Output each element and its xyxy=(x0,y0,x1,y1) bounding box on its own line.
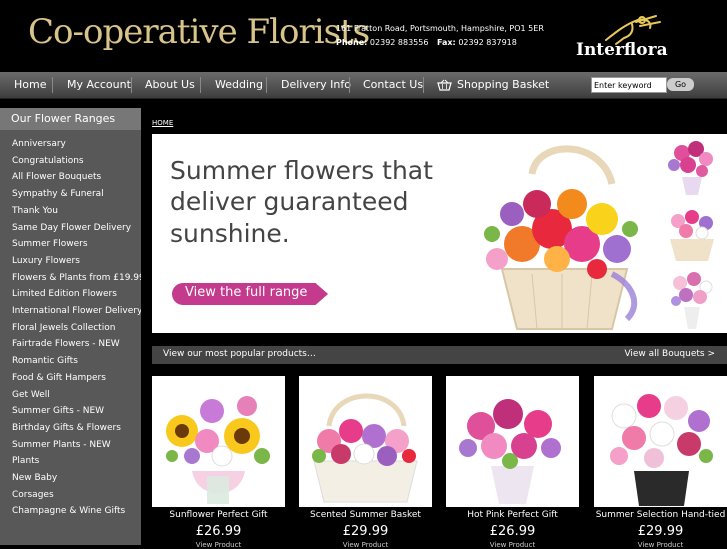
view-product-link[interactable]: View Product xyxy=(446,541,579,549)
sidebar-range-item[interactable]: Limited Edition Flowers xyxy=(12,289,117,299)
phone-number: 02392 883556 xyxy=(369,38,429,47)
nav-divider xyxy=(131,77,132,93)
sidebar-range-item[interactable]: Thank You xyxy=(12,206,58,216)
sidebar-range-item[interactable]: Food & Gift Hampers xyxy=(12,373,106,383)
nav-shopping-basket[interactable]: Shopping Basket xyxy=(457,72,549,98)
store-fax: Fax: 02392 837918 xyxy=(437,38,517,47)
search-input[interactable] xyxy=(591,77,667,93)
banner-headline-line1: Summer flowers that xyxy=(170,156,433,185)
sidebar-range-item[interactable]: All Flower Bouquets xyxy=(12,172,101,182)
product-image-sunflower[interactable] xyxy=(152,376,285,507)
nav-divider xyxy=(52,77,53,93)
sidebar-range-item[interactable]: Anniversary xyxy=(12,139,66,149)
nav-divider xyxy=(200,77,201,93)
sidebar-range-item[interactable]: Sympathy & Funeral xyxy=(12,189,104,199)
product-price: £26.99 xyxy=(489,524,536,539)
phone-label: Phone: xyxy=(336,38,368,47)
search-go-button[interactable]: Go xyxy=(667,78,694,91)
site-logo[interactable]: Co-operative Florists xyxy=(28,12,370,52)
sidebar-range-item[interactable]: Summer Plants - NEW xyxy=(12,440,111,450)
sidebar-range-item[interactable]: New Baby xyxy=(12,473,57,483)
nav-about-us[interactable]: About Us xyxy=(145,72,195,98)
product-card[interactable]: Hot Pink Perfect Gift £26.99 View Produc… xyxy=(446,376,579,549)
sidebar-range-item[interactable]: Flowers & Plants from £19.99 xyxy=(12,273,145,283)
sidebar-range-item[interactable]: Congratulations xyxy=(12,156,84,166)
view-all-bouquets-link[interactable]: View all Bouquets > xyxy=(624,349,715,359)
product-name[interactable]: Sunflower Perfect Gift xyxy=(152,510,285,520)
product-price: £29.99 xyxy=(342,524,389,539)
main-nav: Home My Account About Us Wedding Deliver… xyxy=(0,72,727,99)
sidebar-range-item[interactable]: Get Well xyxy=(12,390,50,400)
product-price: £29.99 xyxy=(637,524,684,539)
sidebar-range-item[interactable]: Luxury Flowers xyxy=(12,256,80,266)
thumbnail-pink-bouquet[interactable] xyxy=(658,135,726,199)
nav-divider xyxy=(266,77,267,93)
product-name[interactable]: Hot Pink Perfect Gift xyxy=(446,510,579,520)
view-full-range-label: View the full range xyxy=(185,285,308,300)
product-name[interactable]: Scented Summer Basket xyxy=(299,510,432,520)
banner-headline-line2: deliver guaranteed xyxy=(170,187,409,216)
view-product-link[interactable]: View Product xyxy=(594,541,727,549)
sidebar-range-item[interactable]: Romantic Gifts xyxy=(12,356,78,366)
view-product-link[interactable]: View Product xyxy=(152,541,285,549)
nav-wedding[interactable]: Wedding xyxy=(215,72,263,98)
flower-ranges-sidebar: Our Flower Ranges Anniversary Congratulat… xyxy=(0,108,145,545)
sidebar-range-item[interactable]: Same Day Flower Delivery xyxy=(12,223,131,233)
nav-contact-us[interactable]: Contact Us xyxy=(363,72,423,98)
banner-thumbnails xyxy=(657,134,727,333)
hero-banner[interactable]: Summer flowers that deliver guaranteed s… xyxy=(152,134,657,333)
nav-my-account[interactable]: My Account xyxy=(67,72,131,98)
fax-number: 02392 837918 xyxy=(458,38,517,47)
sidebar-title-label: Our Flower Ranges xyxy=(11,112,116,125)
sidebar-title: Our Flower Ranges xyxy=(0,108,141,130)
popular-products-label[interactable]: View our most popular products… xyxy=(163,349,316,359)
site-header: Co-operative Florists 161 Fratton Road, … xyxy=(0,0,727,72)
sidebar-range-item[interactable]: Birthday Gifts & Flowers xyxy=(12,423,121,433)
sidebar-range-item[interactable]: Champagne & Wine Gifts xyxy=(12,506,125,516)
nav-delivery-info[interactable]: Delivery Info xyxy=(281,72,351,98)
product-card[interactable]: Sunflower Perfect Gift £26.99 View Produ… xyxy=(152,376,285,549)
thumbnail-summer-basket[interactable] xyxy=(658,201,726,265)
fax-label: Fax: xyxy=(437,38,456,47)
nav-divider xyxy=(423,77,424,93)
flower-basket-image xyxy=(484,145,638,330)
product-name[interactable]: Summer Selection Hand-tied xyxy=(594,510,727,520)
basket-icon[interactable] xyxy=(437,79,452,91)
sidebar-range-item[interactable]: Summer Flowers xyxy=(12,239,88,249)
nav-divider xyxy=(349,77,350,93)
store-phone: Phone: 02392 883556 xyxy=(336,38,428,47)
store-address: 161 Fratton Road, Portsmouth, Hampshire,… xyxy=(336,24,544,33)
product-image-summer-selection[interactable] xyxy=(594,376,727,507)
product-image-hot-pink[interactable] xyxy=(446,376,579,507)
breadcrumb-home[interactable]: HOME xyxy=(152,119,173,127)
view-full-range-button[interactable]: View the full range xyxy=(172,283,328,305)
sidebar-range-item[interactable]: Plants xyxy=(12,456,39,466)
popular-products-bar: View our most popular products… View all… xyxy=(152,346,727,364)
interflora-logo[interactable]: Interflora xyxy=(576,40,668,60)
sidebar-range-item[interactable]: Fairtrade Flowers - NEW xyxy=(12,339,120,349)
product-card[interactable]: Scented Summer Basket £29.99 View Produc… xyxy=(299,376,432,549)
product-price: £26.99 xyxy=(195,524,242,539)
sidebar-range-item[interactable]: Summer Gifts - NEW xyxy=(12,406,104,416)
banner-headline-line3: sunshine. xyxy=(170,219,290,248)
sidebar-range-item[interactable]: Floral Jewels Collection xyxy=(12,323,115,333)
sidebar-range-item[interactable]: Corsages xyxy=(12,490,54,500)
thumbnail-pastel-bouquet[interactable] xyxy=(658,267,726,331)
view-product-link[interactable]: View Product xyxy=(299,541,432,549)
product-image-summer-basket[interactable] xyxy=(299,376,432,507)
product-card[interactable]: Summer Selection Hand-tied £29.99 View P… xyxy=(594,376,727,549)
sidebar-range-item[interactable]: International Flower Delivery xyxy=(12,306,142,316)
nav-home[interactable]: Home xyxy=(14,72,46,98)
